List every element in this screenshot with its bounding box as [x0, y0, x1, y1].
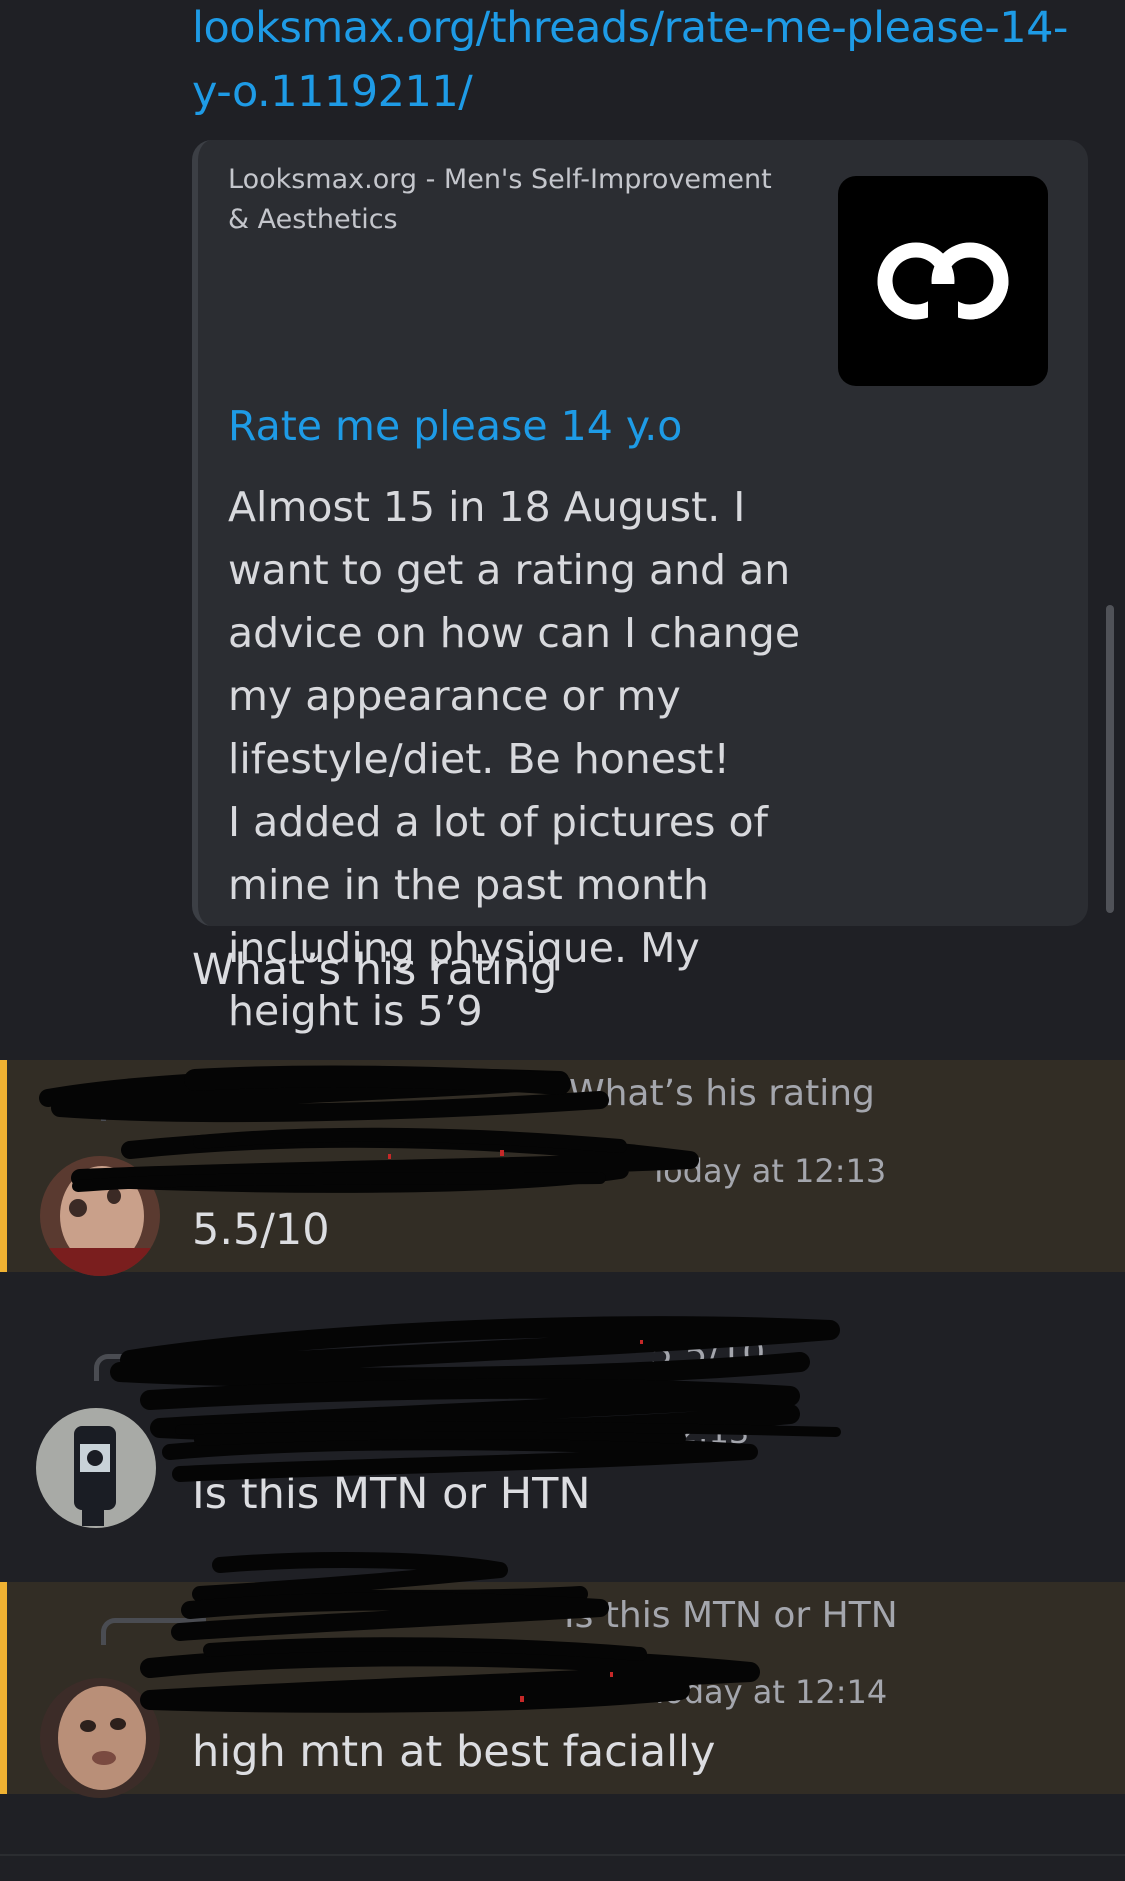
divider [0, 1854, 1125, 1856]
reply-preview[interactable]: What’s his rating [569, 1070, 875, 1118]
looksmax-logo-icon[interactable] [838, 176, 1048, 386]
embed-title[interactable]: Rate me please 14 y.o [228, 396, 682, 456]
avatar[interactable] [36, 1408, 156, 1528]
message-text: 5.5/10 [192, 1205, 330, 1255]
embed-provider[interactable]: Looksmax.org - Men's Self-Improvement & … [228, 160, 788, 240]
message-text: Is this MTN or HTN [192, 1469, 591, 1519]
message-reply-2[interactable]: 5.5/10 Today at 12:13 Is this MTN or HTN [0, 1320, 1125, 1550]
thread-link[interactable]: looksmax.org/threads/rate-me-please-14-y… [192, 0, 1072, 124]
chat-view: looksmax.org/threads/rate-me-please-14-y… [0, 0, 1125, 1881]
reply-connector [101, 1618, 206, 1645]
timestamp: Today at 12:14 [650, 1673, 888, 1711]
timestamp: Today at 12:13 [512, 1413, 750, 1451]
message-text: What’s his rating [192, 945, 558, 995]
scrollbar-thumb[interactable] [1106, 605, 1114, 913]
reply-connector [94, 1354, 199, 1381]
reply-preview[interactable]: 5.5/10 [650, 1330, 765, 1378]
link-embed[interactable]: Looksmax.org - Men's Self-Improvement & … [192, 140, 1088, 1035]
timestamp: Today at 12:13 [649, 1152, 887, 1190]
reply-preview[interactable]: Is this MTN or HTN [564, 1592, 898, 1640]
avatar[interactable] [40, 1156, 160, 1276]
message-reply-1[interactable]: What’s his rating Today at 12:13 5.5/10 [0, 1060, 1125, 1276]
avatar[interactable] [40, 1678, 160, 1798]
message-text: high mtn at best facially [192, 1727, 716, 1777]
message-reply-3[interactable]: Is this MTN or HTN Today at 12:14 high m… [0, 1582, 1125, 1798]
reply-connector [101, 1094, 206, 1121]
